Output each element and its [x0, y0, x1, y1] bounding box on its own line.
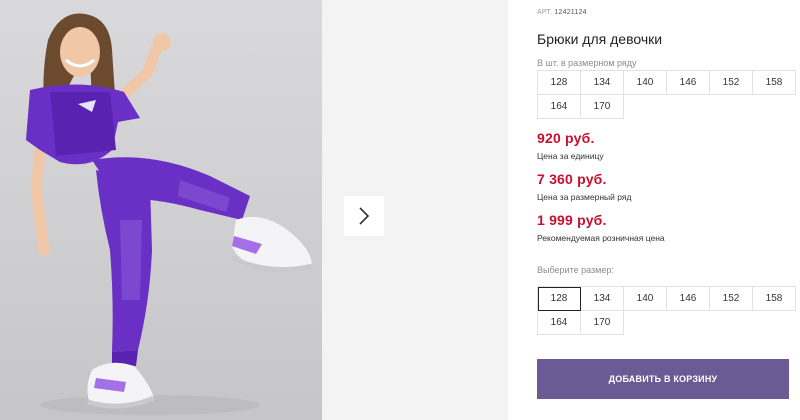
sku: АРТ. 12421124 [537, 9, 587, 16]
size-range-cell: 134 [581, 71, 624, 95]
size-range-cell: 164 [538, 95, 581, 119]
next-image-button[interactable] [344, 196, 384, 236]
size-select-grid: 128 134 140 146 152 158 164 170 [537, 286, 796, 335]
size-select-caption: Выберите размер: [537, 265, 614, 275]
product-title: Брюки для девочки [537, 31, 663, 47]
size-option[interactable]: 140 [624, 287, 667, 311]
size-range-caption: В шт. в размерном ряду [537, 58, 637, 68]
range-price-label: Цена за размерный ряд [537, 192, 632, 202]
unit-price-label: Цена за единицу [537, 151, 604, 161]
size-option[interactable]: 146 [667, 287, 710, 311]
size-option[interactable]: 164 [538, 311, 581, 335]
retail-price: 1 999 руб. [537, 212, 607, 228]
sku-label: АРТ. [537, 9, 553, 16]
size-option[interactable]: 128 [538, 287, 581, 311]
size-option[interactable]: 170 [581, 311, 624, 335]
size-range-cell: 152 [710, 71, 753, 95]
product-info: АРТ. 12421124 Брюки для девочки В шт. в … [537, 0, 796, 420]
add-to-cart-button[interactable]: ДОБАВИТЬ В КОРЗИНУ [537, 359, 789, 399]
size-option[interactable]: 134 [581, 287, 624, 311]
size-range-cell: 170 [581, 95, 624, 119]
unit-price: 920 руб. [537, 130, 595, 146]
product-gallery [0, 0, 508, 420]
chevron-right-icon [359, 207, 370, 225]
model-illustration [26, 13, 313, 415]
size-option[interactable]: 158 [753, 287, 796, 311]
size-range-cell: 158 [753, 71, 796, 95]
size-range-cell: 128 [538, 71, 581, 95]
size-range-grid: 128 134 140 146 152 158 164 170 [537, 70, 796, 119]
range-price: 7 360 руб. [537, 171, 607, 187]
size-option[interactable]: 152 [710, 287, 753, 311]
size-range-cell: 146 [667, 71, 710, 95]
product-photo[interactable] [0, 0, 322, 420]
sku-value: 12421124 [554, 9, 587, 16]
size-range-cell: 140 [624, 71, 667, 95]
retail-price-label: Рекомендуемая розничная цена [537, 233, 665, 243]
